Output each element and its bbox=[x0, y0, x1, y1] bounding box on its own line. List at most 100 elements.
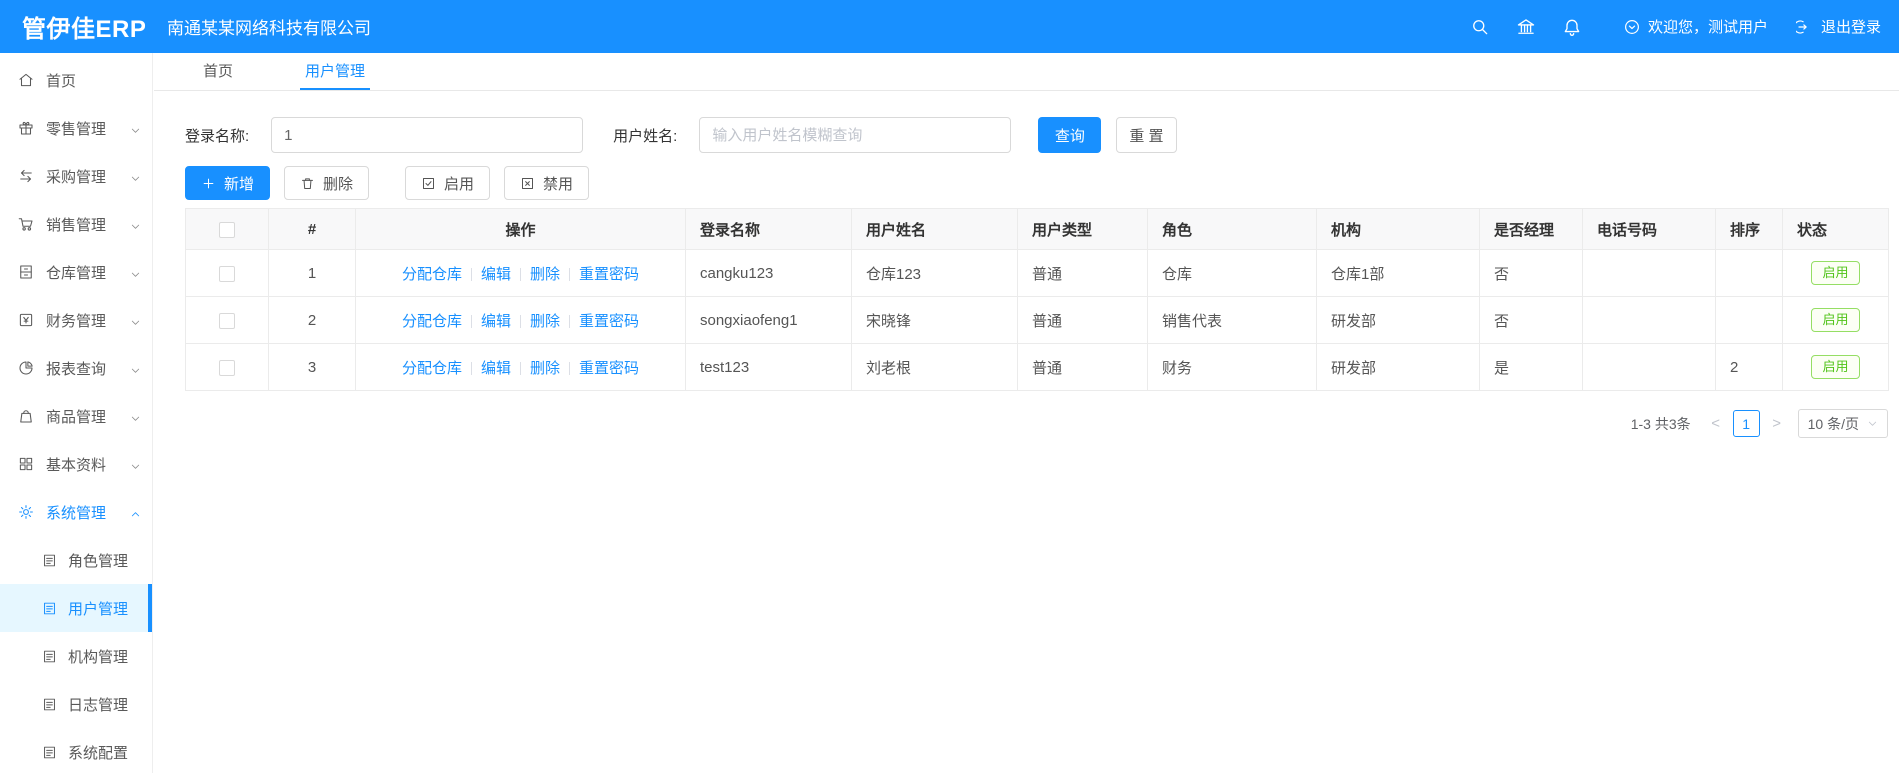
document-icon bbox=[41, 552, 58, 569]
prev-page-arrow[interactable]: < bbox=[1705, 415, 1727, 432]
enable-button[interactable]: 启用 bbox=[405, 166, 491, 200]
row-checkbox[interactable] bbox=[219, 312, 235, 329]
sidebar-item-system[interactable]: 系统管理 bbox=[0, 488, 152, 536]
disable-button[interactable]: 禁用 bbox=[504, 166, 590, 200]
cell-type: 普通 bbox=[1017, 249, 1148, 297]
table-row: 3 分配仓库 编辑 删除 重置密码 test123 刘老根 普通 财务 研发部 是 2… bbox=[185, 343, 1889, 391]
sidebar-item-label: 系统管理 bbox=[46, 504, 107, 522]
chevron-down-icon bbox=[130, 411, 141, 428]
cell-org: 研发部 bbox=[1316, 296, 1480, 344]
sidebar-item-label: 角色管理 bbox=[68, 552, 129, 570]
sidebar-item-system-config[interactable]: 系统配置 bbox=[0, 728, 152, 776]
logout-text: 退出登录 bbox=[1820, 19, 1881, 36]
welcome-text: 欢迎您，测试用户 bbox=[1647, 19, 1768, 36]
sidebar-item-basic-data[interactable]: 基本资料 bbox=[0, 440, 152, 488]
login-name-input[interactable] bbox=[271, 117, 584, 153]
status-badge: 启用 bbox=[1811, 308, 1860, 332]
gear-icon bbox=[17, 503, 35, 521]
home-icon bbox=[17, 71, 35, 89]
tab-bar: 首页 用户管理 bbox=[154, 53, 1899, 91]
document-icon bbox=[41, 600, 58, 617]
cell-phone bbox=[1582, 249, 1716, 297]
chevron-up-icon bbox=[130, 507, 141, 524]
sidebar-item-sales[interactable]: 销售管理 bbox=[0, 200, 152, 248]
search-button[interactable]: 查询 bbox=[1038, 117, 1102, 153]
sidebar-item-purchase[interactable]: 采购管理 bbox=[0, 152, 152, 200]
assign-warehouse-link[interactable]: 分配仓库 bbox=[402, 266, 462, 283]
column-header-type: 用户类型 bbox=[1017, 208, 1148, 250]
column-header-index: # bbox=[268, 208, 356, 250]
chevron-down-icon bbox=[130, 363, 141, 380]
cell-phone bbox=[1582, 343, 1716, 391]
user-name-input[interactable] bbox=[699, 117, 1012, 153]
sidebar-item-user-management[interactable]: 用户管理 bbox=[0, 584, 152, 632]
column-header-name: 用户姓名 bbox=[851, 208, 1018, 250]
page-size-select[interactable]: 10 条/页 bbox=[1797, 409, 1888, 438]
sidebar-item-label: 机构管理 bbox=[68, 648, 129, 666]
cell-sort: 2 bbox=[1715, 343, 1783, 391]
row-index: 3 bbox=[268, 343, 356, 391]
trash-icon bbox=[302, 177, 314, 189]
select-all-checkbox[interactable] bbox=[219, 221, 235, 238]
cell-type: 普通 bbox=[1017, 343, 1148, 391]
column-header-login: 登录名称 bbox=[685, 208, 852, 250]
edit-link[interactable]: 编辑 bbox=[481, 313, 511, 330]
x-square-icon bbox=[522, 177, 534, 189]
bag-icon bbox=[17, 407, 35, 425]
tab-user-management[interactable]: 用户管理 bbox=[300, 53, 371, 90]
status-badge: 启用 bbox=[1811, 261, 1860, 285]
edit-link[interactable]: 编辑 bbox=[481, 360, 511, 377]
sidebar-item-org-management[interactable]: 机构管理 bbox=[0, 632, 152, 680]
cell-org: 仓库1部 bbox=[1316, 249, 1480, 297]
table-toolbar: 新增 删除 启用 禁用 bbox=[185, 166, 1881, 200]
sidebar-item-role-management[interactable]: 角色管理 bbox=[0, 536, 152, 584]
disable-button-label: 禁用 bbox=[543, 175, 574, 193]
company-name: 南通某某网络科技有限公司 bbox=[167, 19, 371, 38]
sidebar-item-label: 仓库管理 bbox=[46, 264, 107, 282]
cell-role: 销售代表 bbox=[1147, 296, 1317, 344]
logout-button[interactable]: 退出登录 bbox=[1795, 16, 1881, 37]
login-name-label: 登录名称: bbox=[185, 127, 250, 145]
row-checkbox[interactable] bbox=[219, 359, 235, 376]
tab-home[interactable]: 首页 bbox=[198, 53, 238, 90]
search-icon[interactable] bbox=[1457, 0, 1503, 53]
sidebar-item-goods[interactable]: 商品管理 bbox=[0, 392, 152, 440]
assign-warehouse-link[interactable]: 分配仓库 bbox=[402, 360, 462, 377]
chevron-down-icon bbox=[1868, 421, 1877, 426]
pagination-total: 1-3 共3条 bbox=[1630, 415, 1691, 432]
app-header: 管伊佳ERP 南通某某网络科技有限公司 欢迎您，测试用户 退出登录 bbox=[0, 0, 1899, 53]
reset-button[interactable]: 重 置 bbox=[1116, 117, 1177, 153]
sidebar-item-log-management[interactable]: 日志管理 bbox=[0, 680, 152, 728]
reset-password-link[interactable]: 重置密码 bbox=[579, 360, 639, 377]
next-page-arrow[interactable]: > bbox=[1766, 415, 1788, 432]
cell-org: 研发部 bbox=[1316, 343, 1480, 391]
delete-link[interactable]: 删除 bbox=[530, 313, 560, 330]
delete-button[interactable]: 删除 bbox=[284, 166, 370, 200]
edit-link[interactable]: 编辑 bbox=[481, 266, 511, 283]
add-button[interactable]: 新增 bbox=[185, 166, 271, 200]
user-menu[interactable]: 欢迎您，测试用户 bbox=[1623, 16, 1768, 37]
sidebar-item-warehouse[interactable]: 仓库管理 bbox=[0, 248, 152, 296]
delete-link[interactable]: 删除 bbox=[530, 360, 560, 377]
sidebar-item-reports[interactable]: 报表查询 bbox=[0, 344, 152, 392]
delete-link[interactable]: 删除 bbox=[530, 266, 560, 283]
pie-chart-icon bbox=[17, 359, 35, 377]
sidebar-item-home[interactable]: 首页 bbox=[0, 56, 152, 104]
table-row: 1 分配仓库 编辑 删除 重置密码 cangku123 仓库123 普通 仓库 仓库1… bbox=[185, 249, 1889, 297]
bank-icon[interactable] bbox=[1503, 0, 1549, 53]
plus-icon bbox=[203, 178, 214, 188]
row-checkbox[interactable] bbox=[219, 265, 235, 282]
header-actions: 欢迎您，测试用户 退出登录 bbox=[1457, 0, 1899, 53]
bell-icon[interactable] bbox=[1549, 0, 1595, 53]
reset-password-link[interactable]: 重置密码 bbox=[579, 313, 639, 330]
reset-password-link[interactable]: 重置密码 bbox=[579, 266, 639, 283]
delete-button-label: 删除 bbox=[323, 175, 354, 193]
current-page-button[interactable]: 1 bbox=[1732, 410, 1760, 437]
sidebar-item-retail[interactable]: 零售管理 bbox=[0, 104, 152, 152]
sidebar-item-finance[interactable]: 财务管理 bbox=[0, 296, 152, 344]
column-header-manager: 是否经理 bbox=[1479, 208, 1583, 250]
sidebar-item-label: 系统配置 bbox=[68, 744, 129, 762]
sidebar-item-label: 首页 bbox=[46, 72, 77, 90]
assign-warehouse-link[interactable]: 分配仓库 bbox=[402, 313, 462, 330]
main-area: 首页 用户管理 登录名称: 用户姓名: 查询 重 置 新增 删除 bbox=[154, 53, 1899, 773]
